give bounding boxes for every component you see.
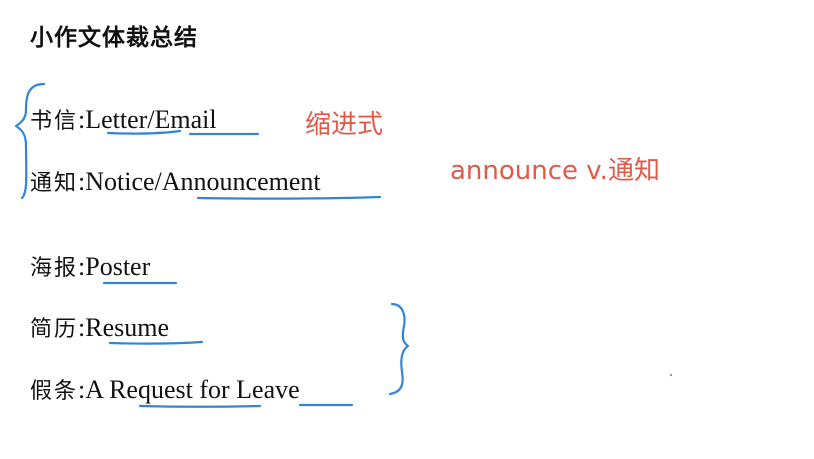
page-title: 小作文体裁总结 (30, 25, 198, 51)
genre-row-poster: 海报:Poster (30, 250, 150, 282)
genre-label: 假条 (30, 379, 79, 404)
slide: 小作文体裁总结 书信:Letter/Email 通知:Notice/Announ… (0, 0, 814, 459)
genre-english: :Poster (78, 252, 151, 281)
genre-row-letter: 书信:Letter/Email (30, 103, 217, 135)
genre-english: :Notice/Announcement (78, 167, 321, 196)
genre-label: 通知 (30, 171, 79, 196)
genre-row-resume: 简历:Resume (30, 311, 169, 343)
genre-english: :Resume (78, 313, 170, 342)
announce-note: announce v.通知 (450, 156, 660, 186)
stray-dot (669, 373, 673, 377)
genre-label: 海报 (30, 256, 79, 281)
genre-row-leave: 假条:A Request for Leave (30, 373, 300, 405)
genre-row-notice: 通知:Notice/Announcement (30, 165, 321, 197)
indent-style-note: 缩进式 (305, 110, 384, 140)
underline-request (138, 404, 262, 408)
right-brace-mark (388, 302, 410, 396)
genre-english: :Letter/Email (78, 105, 217, 134)
genre-english: :A Request for Leave (78, 375, 300, 404)
genre-label: 书信 (30, 109, 79, 134)
underline-announcement (196, 195, 382, 200)
genre-label: 简历 (30, 317, 79, 342)
